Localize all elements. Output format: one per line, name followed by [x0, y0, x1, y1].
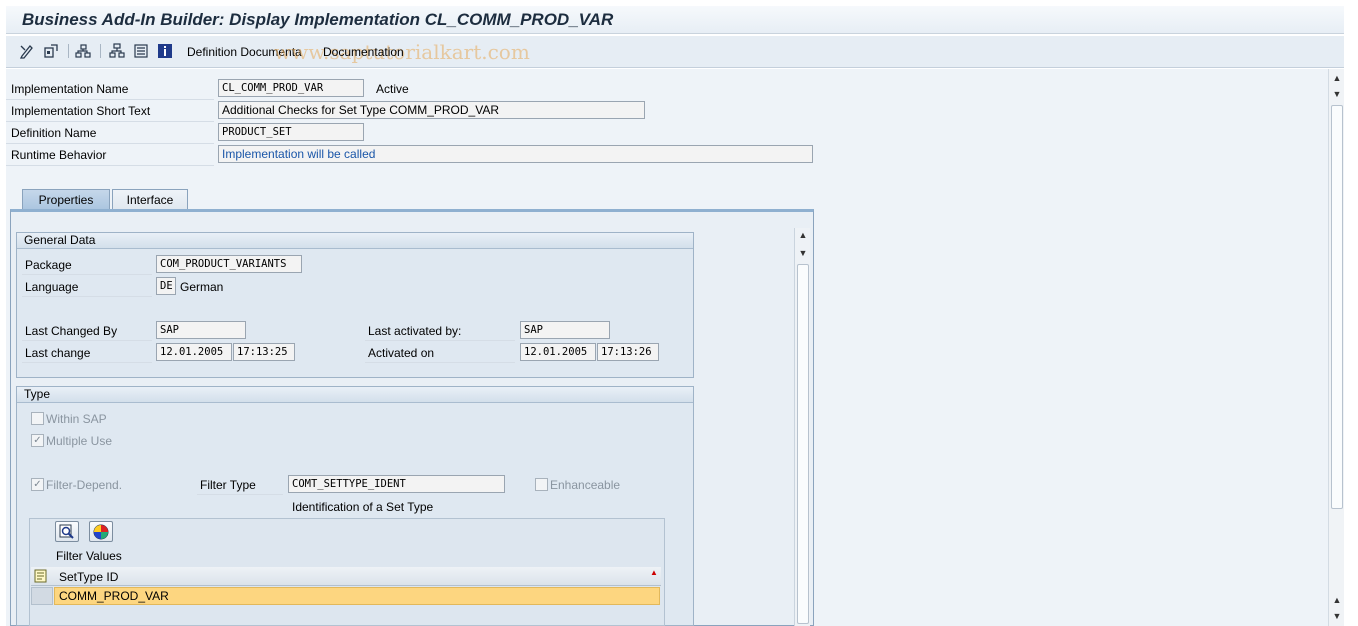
- activated-on-time-field[interactable]: 17:13:26: [597, 343, 659, 361]
- multiple-use-checkbox[interactable]: ✓: [31, 434, 44, 447]
- row-selector[interactable]: [31, 587, 53, 605]
- main-scrollbar[interactable]: ▲ ▼ ▲ ▼: [1328, 69, 1344, 626]
- short-text-label: Implementation Short Text: [11, 104, 151, 118]
- within-sap-checkbox[interactable]: [31, 412, 44, 425]
- last-activated-by-label: Last activated by:: [368, 324, 462, 338]
- toolbar-separator: [100, 44, 101, 58]
- filter-type-label: Filter Type: [200, 478, 256, 492]
- within-sap-label: Within SAP: [46, 412, 107, 426]
- scroll-up-icon[interactable]: ▲: [797, 230, 809, 240]
- tab-interface[interactable]: Interface: [112, 189, 188, 211]
- filter-type-description: Identification of a Set Type: [292, 500, 434, 514]
- last-change-label: Last change: [25, 346, 91, 360]
- title-bar: Business Add-In Builder: Display Impleme…: [6, 6, 1344, 34]
- activated-on-label: Activated on: [368, 346, 435, 360]
- scroll-down-icon[interactable]: ▼: [797, 248, 809, 258]
- filter-depend-checkbox[interactable]: ✓: [31, 478, 44, 491]
- short-text-field[interactable]: Additional Checks for Set Type COMM_PROD…: [218, 101, 645, 119]
- toolbar-separator: [68, 44, 69, 58]
- sort-ascending-icon[interactable]: ▲: [650, 568, 658, 577]
- type-title: Type: [17, 387, 693, 403]
- table-row[interactable]: COMM_PROD_VAR: [54, 587, 660, 605]
- change-icon[interactable]: [18, 42, 36, 60]
- window-title: Business Add-In Builder: Display Impleme…: [22, 10, 614, 29]
- tab-properties[interactable]: Properties: [22, 189, 110, 211]
- scroll-down-icon[interactable]: ▼: [1331, 89, 1343, 99]
- activate-icon[interactable]: [42, 42, 60, 60]
- last-changed-by-field[interactable]: SAP: [156, 321, 246, 339]
- impl-name-field[interactable]: CL_COMM_PROD_VAR: [218, 79, 364, 97]
- general-data-title: General Data: [17, 233, 693, 249]
- definition-name-label: Definition Name: [11, 126, 97, 140]
- application-toolbar: Definition Documenta www.saptutorialkart…: [6, 36, 1344, 68]
- last-activated-by-field[interactable]: SAP: [520, 321, 610, 339]
- scroll-up-icon[interactable]: ▲: [1331, 73, 1343, 83]
- documentation-button[interactable]: Documentation: [323, 45, 404, 59]
- list-icon[interactable]: [132, 42, 150, 60]
- language-label: Language: [25, 280, 79, 294]
- inner-scrollbar[interactable]: ▲ ▼: [794, 228, 810, 626]
- multiple-use-label: Multiple Use: [46, 434, 113, 448]
- filter-values-title: Filter Values: [56, 549, 122, 563]
- scroll-thumb[interactable]: [1331, 105, 1343, 509]
- last-change-time-field[interactable]: 17:13:25: [233, 343, 295, 361]
- filter-values-table-header: SetType ID ▲: [31, 567, 661, 586]
- definition-name-field[interactable]: PRODUCT_SET: [218, 123, 364, 141]
- activated-on-date-field[interactable]: 12.01.2005: [520, 343, 596, 361]
- filter-type-field[interactable]: COMT_SETTYPE_IDENT: [288, 475, 505, 493]
- display-filter-icon[interactable]: [55, 521, 79, 542]
- info-icon[interactable]: [156, 42, 174, 60]
- scroll-page-up-icon[interactable]: ▲: [1331, 595, 1343, 605]
- select-all-icon[interactable]: [33, 568, 51, 584]
- last-changed-by-label: Last Changed By: [25, 324, 118, 338]
- impl-status: Active: [376, 82, 409, 96]
- color-legend-icon[interactable]: [89, 521, 113, 542]
- scroll-thumb[interactable]: [797, 264, 809, 624]
- impl-name-label: Implementation Name: [11, 82, 129, 96]
- hierarchy-icon[interactable]: [74, 42, 92, 60]
- enhanceable-label: Enhanceable: [550, 478, 621, 492]
- enhanceable-checkbox[interactable]: [535, 478, 548, 491]
- language-code-field[interactable]: DE: [156, 277, 176, 295]
- runtime-label: Runtime Behavior: [11, 148, 107, 162]
- column-settype-id[interactable]: SetType ID: [59, 570, 118, 584]
- last-change-date-field[interactable]: 12.01.2005: [156, 343, 232, 361]
- scroll-page-down-icon[interactable]: ▼: [1331, 611, 1343, 621]
- runtime-field[interactable]: Implementation will be called: [218, 145, 813, 163]
- package-label: Package: [25, 258, 72, 272]
- filter-depend-label: Filter-Depend.: [46, 478, 123, 492]
- tree-icon[interactable]: [108, 42, 126, 60]
- language-name: German: [180, 280, 224, 294]
- package-field[interactable]: COM_PRODUCT_VARIANTS: [156, 255, 302, 273]
